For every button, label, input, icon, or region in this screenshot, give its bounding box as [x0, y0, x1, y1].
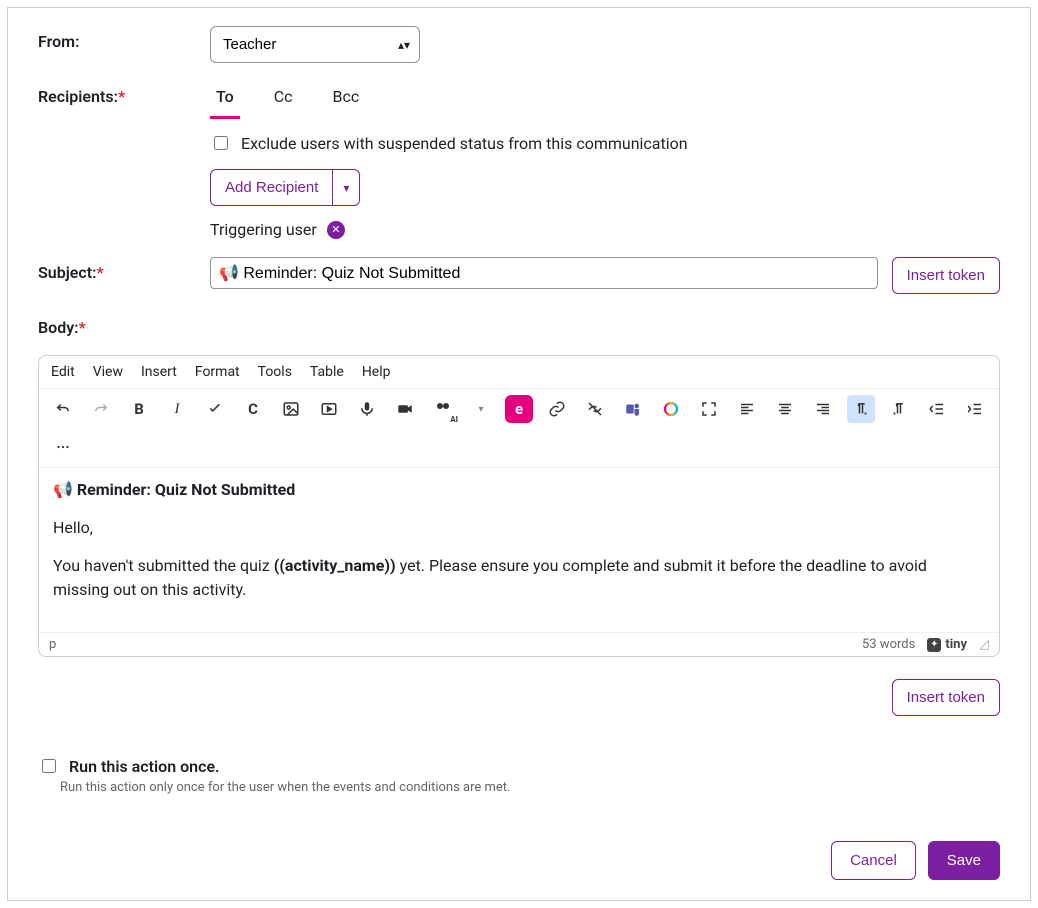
remove-chip-icon[interactable]: ✕ — [327, 221, 345, 239]
align-center-icon[interactable] — [771, 395, 799, 423]
from-select-wrap: Teacher ▴▾ — [210, 26, 420, 63]
recipient-tabs: To Cc Bcc — [210, 83, 1000, 119]
run-once-section: Run this action once. Run this action on… — [38, 756, 1000, 795]
chip-label: Triggering user — [210, 220, 317, 239]
tab-cc[interactable]: Cc — [268, 83, 299, 119]
body-row: Body:* — [38, 312, 1000, 337]
undo-icon[interactable] — [49, 395, 77, 423]
token-variable: ((activity_name)) — [274, 556, 396, 575]
menu-view[interactable]: View — [93, 364, 123, 380]
recipients-row: Recipients:* To Cc Bcc Exclude users wit… — [38, 81, 1000, 239]
body-paragraph: You haven't submitted the quiz ((activit… — [53, 554, 985, 602]
outdent-icon[interactable] — [923, 395, 951, 423]
dialog-footer: Cancel Save — [38, 795, 1000, 880]
menu-table[interactable]: Table — [310, 364, 344, 380]
italic-icon[interactable]: I — [163, 395, 191, 423]
required-icon: * — [118, 87, 125, 106]
indent-icon[interactable] — [961, 395, 989, 423]
more-icon[interactable] — [49, 433, 77, 461]
redo-icon[interactable] — [87, 395, 115, 423]
subject-label: Subject:* — [38, 257, 198, 282]
image-icon[interactable] — [277, 395, 305, 423]
required-icon: * — [79, 318, 86, 337]
menu-edit[interactable]: Edit — [51, 364, 75, 380]
check-icon[interactable] — [201, 395, 229, 423]
megaphone-icon: 📢 — [53, 480, 77, 499]
bold-icon[interactable]: B — [125, 395, 153, 423]
insert-token-body-button[interactable]: Insert token — [892, 679, 1000, 716]
dialog-content: From: Teacher ▴▾ Recipients:* To Cc Bcc … — [7, 7, 1031, 901]
editor-content[interactable]: 📢 Reminder: Quiz Not Submitted Hello, Yo… — [39, 468, 999, 632]
add-recipient-group: Add Recipient ▾ — [210, 169, 360, 206]
run-once-label: Run this action once. — [69, 757, 220, 776]
recipients-label: Recipients:* — [38, 81, 198, 106]
add-recipient-dropdown[interactable]: ▾ — [333, 169, 360, 206]
cancel-button[interactable]: Cancel — [831, 841, 916, 880]
resize-handle-icon[interactable]: ◿ — [979, 637, 989, 652]
from-select[interactable]: Teacher — [210, 26, 420, 63]
chevron-down-icon: ▾ — [343, 181, 349, 195]
tab-bcc[interactable]: Bcc — [327, 83, 366, 119]
menu-format[interactable]: Format — [195, 364, 240, 380]
editor-status-bar: p 53 words ✦ tiny ◿ — [39, 632, 999, 656]
subject-input[interactable] — [210, 257, 878, 289]
tab-to[interactable]: To — [210, 83, 240, 119]
element-path[interactable]: p — [49, 637, 56, 652]
rtl-icon[interactable] — [885, 395, 913, 423]
save-button[interactable]: Save — [928, 841, 1000, 880]
from-row: From: Teacher ▴▾ — [38, 26, 1000, 63]
teams-icon[interactable] — [619, 395, 647, 423]
tiny-icon: ✦ — [927, 638, 941, 652]
unlink-icon[interactable] — [581, 395, 609, 423]
microphone-icon[interactable] — [353, 395, 381, 423]
copilot-icon[interactable] — [657, 395, 685, 423]
insert-token-subject-button[interactable]: Insert token — [892, 257, 1000, 294]
subject-row: Subject:* Insert token — [38, 257, 1000, 294]
run-once-checkbox[interactable] — [42, 759, 56, 773]
exclude-suspended-checkbox[interactable] — [214, 136, 228, 150]
fullscreen-icon[interactable] — [695, 395, 723, 423]
exclude-suspended-label: Exclude users with suspended status from… — [241, 134, 688, 153]
tiny-brand[interactable]: ✦ tiny — [927, 637, 967, 652]
menu-insert[interactable]: Insert — [141, 364, 177, 380]
ltr-icon[interactable] — [847, 395, 875, 423]
ai-link-icon[interactable]: AI — [429, 395, 457, 423]
c-icon[interactable]: C — [239, 395, 267, 423]
align-right-icon[interactable] — [809, 395, 837, 423]
link-icon[interactable] — [543, 395, 571, 423]
recipient-chip: Triggering user ✕ — [210, 220, 1000, 239]
menu-tools[interactable]: Tools — [258, 364, 292, 380]
editor-menu-bar: Edit View Insert Format Tools Table Help — [39, 356, 999, 389]
rich-text-editor: Edit View Insert Format Tools Table Help… — [38, 355, 1000, 657]
body-paragraph: Hello, — [53, 516, 985, 540]
word-count: 53 words — [862, 637, 915, 652]
ai-caret-icon[interactable]: ▾ — [467, 395, 495, 423]
run-once-help: Run this action only once for the user w… — [60, 780, 1000, 795]
menu-help[interactable]: Help — [362, 364, 391, 380]
camera-icon[interactable] — [391, 395, 419, 423]
app-e-icon[interactable]: e — [505, 395, 533, 423]
body-label: Body:* — [38, 312, 198, 337]
required-icon: * — [96, 263, 103, 282]
from-label: From: — [38, 26, 198, 51]
align-left-icon[interactable] — [733, 395, 761, 423]
body-heading: Reminder: Quiz Not Submitted — [77, 480, 295, 499]
video-icon[interactable] — [315, 395, 343, 423]
editor-toolbar: B I C AI ▾ e — [39, 389, 999, 468]
add-recipient-button[interactable]: Add Recipient — [210, 169, 333, 206]
